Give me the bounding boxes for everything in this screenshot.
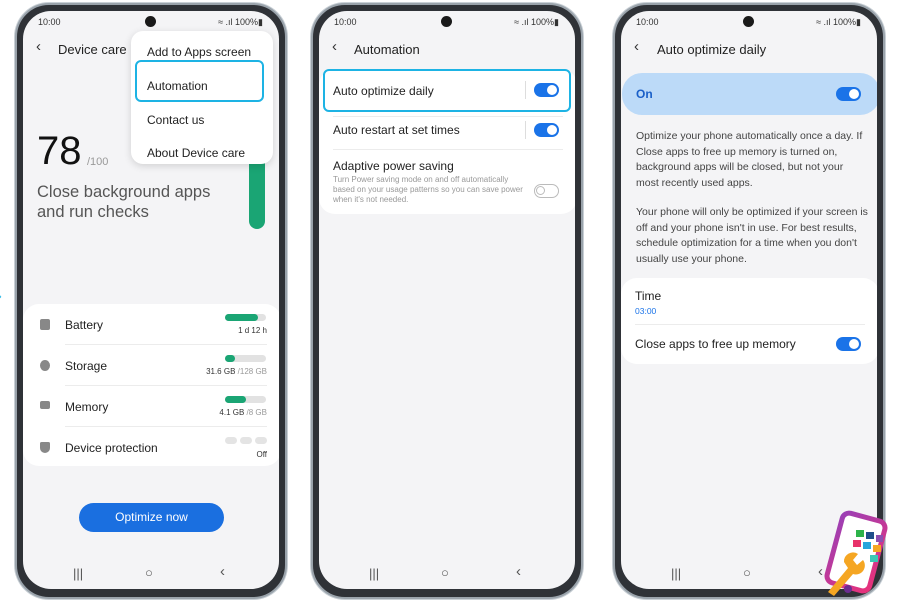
storage-value: 31.6 GB /128 GB [206,367,267,376]
menu-contact-us[interactable]: Contact us [147,113,204,127]
phone-device-care: 10:00 ≈ .ıl 100%▮ ‹ Device care 78 /100 … [15,3,287,599]
pointer-arrow: › [0,291,2,303]
item-memory[interactable]: Memory [65,400,108,414]
recents-button[interactable]: ||| [369,566,379,581]
protection-value: Off [256,450,267,459]
auto-optimize-highlight [323,69,571,112]
camera-icon [145,16,156,27]
screen-device-care: 10:00 ≈ .ıl 100%▮ ‹ Device care 78 /100 … [23,11,279,589]
signal-icon: ≈ .ıl [514,17,532,27]
battery-value: 1 d 12 h [238,326,267,335]
score-max: /100 [87,156,109,168]
item-storage[interactable]: Storage [65,359,107,373]
phone-automation: 10:00 ≈ .ıl 100%▮ ‹ Automation Auto opti… [311,3,583,599]
page-title: Auto optimize daily [657,42,767,57]
home-button[interactable]: ○ [441,565,449,580]
adaptive-power-desc: Turn Power saving mode on and off automa… [333,175,523,204]
settings-card: Time 03:00 Close apps to free up memory [621,278,877,364]
item-battery[interactable]: Battery [65,318,103,332]
nav-back-button[interactable]: ‹ [220,563,225,580]
overflow-menu: Add to Apps screen Automation Contact us… [131,31,273,164]
time-value: 03:00 [635,306,657,316]
row-auto-restart[interactable]: Auto restart at set times [333,123,460,137]
home-button[interactable]: ○ [743,565,751,580]
home-button[interactable]: ○ [145,565,153,580]
brand-logo [824,510,888,596]
status-battery: ≈ .ıl 100%▮ [218,17,263,27]
optimize-now-button[interactable]: Optimize now [79,503,224,532]
status-battery: ≈ .ıl 100%▮ [514,17,559,27]
screen-automation: 10:00 ≈ .ıl 100%▮ ‹ Automation Auto opti… [319,11,575,589]
back-button[interactable]: ‹ [634,38,639,55]
status-time: 10:00 [334,17,357,27]
time-label[interactable]: Time [635,289,661,303]
master-label: On [636,87,653,101]
master-switch-bar[interactable]: On [622,73,877,115]
status-time: 10:00 [38,17,61,27]
screen-auto-optimize: 10:00 ≈ .ıl 100%▮ ‹ Auto optimize daily … [621,11,877,589]
automation-card: Auto optimize daily Auto restart at set … [319,69,575,214]
status-battery: ≈ .ıl 100%▮ [816,17,861,27]
signal-icon: ≈ .ıl [816,17,834,27]
shield-icon [40,442,50,453]
memory-icon [40,401,50,409]
status-time: 10:00 [636,17,659,27]
recents-button[interactable]: ||| [671,566,681,581]
camera-icon [743,16,754,27]
item-device-protection[interactable]: Device protection [65,441,158,455]
storage-icon [40,360,50,371]
master-toggle[interactable] [836,87,861,101]
description-2: Your phone will only be optimized if you… [636,206,868,265]
automation-highlight [135,60,264,102]
nav-back-button[interactable]: ‹ [516,563,521,580]
protection-dots [225,437,267,444]
auto-restart-toggle[interactable] [534,123,559,137]
row-adaptive-power[interactable]: Adaptive power saving [333,159,454,173]
message-line1: Close background apps [37,183,211,201]
status-card: Battery 1 d 12 h Storage 31.6 GB /128 GB… [23,304,279,466]
message-line2: and run checks [37,203,149,221]
menu-add-to-apps[interactable]: Add to Apps screen [147,45,251,59]
close-apps-label[interactable]: Close apps to free up memory [635,337,796,351]
back-button[interactable]: ‹ [36,38,41,55]
score: 78 [37,129,82,173]
back-button[interactable]: ‹ [332,38,337,55]
close-apps-toggle[interactable] [836,337,861,351]
description-1: Optimize your phone automatically once a… [636,130,863,189]
adaptive-power-toggle[interactable] [534,184,559,198]
menu-about[interactable]: About Device care [147,146,245,160]
camera-icon [441,16,452,27]
battery-icon [40,319,50,330]
page-title: Automation [354,42,420,57]
signal-icon: ≈ .ıl [218,17,236,27]
recents-button[interactable]: ||| [73,566,83,581]
page-title: Device care [58,42,127,57]
memory-value: 4.1 GB /8 GB [219,408,267,417]
